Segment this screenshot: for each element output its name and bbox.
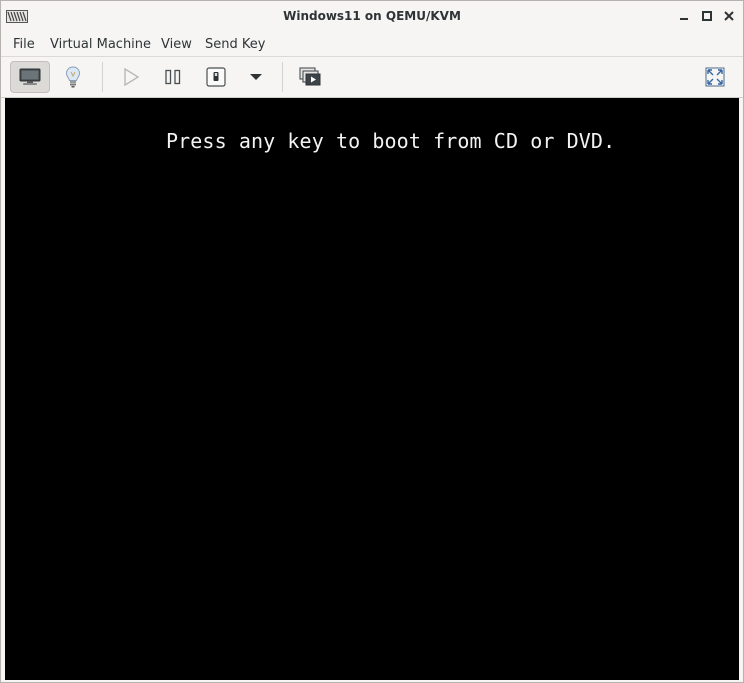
run-button[interactable] [111, 61, 151, 93]
pause-icon [165, 69, 181, 85]
fullscreen-icon [705, 67, 725, 87]
close-icon[interactable] [722, 9, 736, 23]
play-icon [124, 67, 140, 87]
lightbulb-icon [65, 66, 81, 88]
minimize-icon[interactable] [677, 9, 691, 23]
pause-button[interactable] [153, 61, 193, 93]
power-icon [206, 67, 226, 87]
menu-view[interactable]: View [161, 37, 192, 52]
snapshots-button[interactable] [290, 61, 330, 93]
boot-prompt-text: Press any key to boot from CD or DVD. [166, 129, 616, 153]
toolbar-separator [282, 62, 283, 92]
snapshots-icon [299, 67, 321, 86]
maximize-icon[interactable] [700, 9, 714, 23]
chevron-down-icon [250, 74, 262, 80]
fullscreen-button[interactable] [695, 61, 735, 93]
menu-bar: File Virtual Machine View Send Key [1, 32, 743, 57]
menu-virtual-machine[interactable]: Virtual Machine [50, 37, 151, 52]
toolbar-separator [102, 62, 103, 92]
toolbar [1, 57, 743, 98]
vm-viewer-window: Windows11 on QEMU/KVM File Virtual Machi… [0, 0, 744, 683]
window-title: Windows11 on QEMU/KVM [283, 9, 461, 23]
show-details-button[interactable] [53, 61, 93, 93]
monitor-icon [19, 68, 41, 85]
menu-file[interactable]: File [13, 37, 35, 52]
menu-send-key[interactable]: Send Key [205, 37, 265, 52]
title-bar[interactable]: Windows11 on QEMU/KVM [1, 1, 743, 32]
shutdown-menu-button[interactable] [236, 61, 276, 93]
show-console-button[interactable] [10, 61, 50, 93]
vm-console-display[interactable]: Press any key to boot from CD or DVD. [5, 98, 739, 680]
shutdown-button[interactable] [196, 61, 236, 93]
